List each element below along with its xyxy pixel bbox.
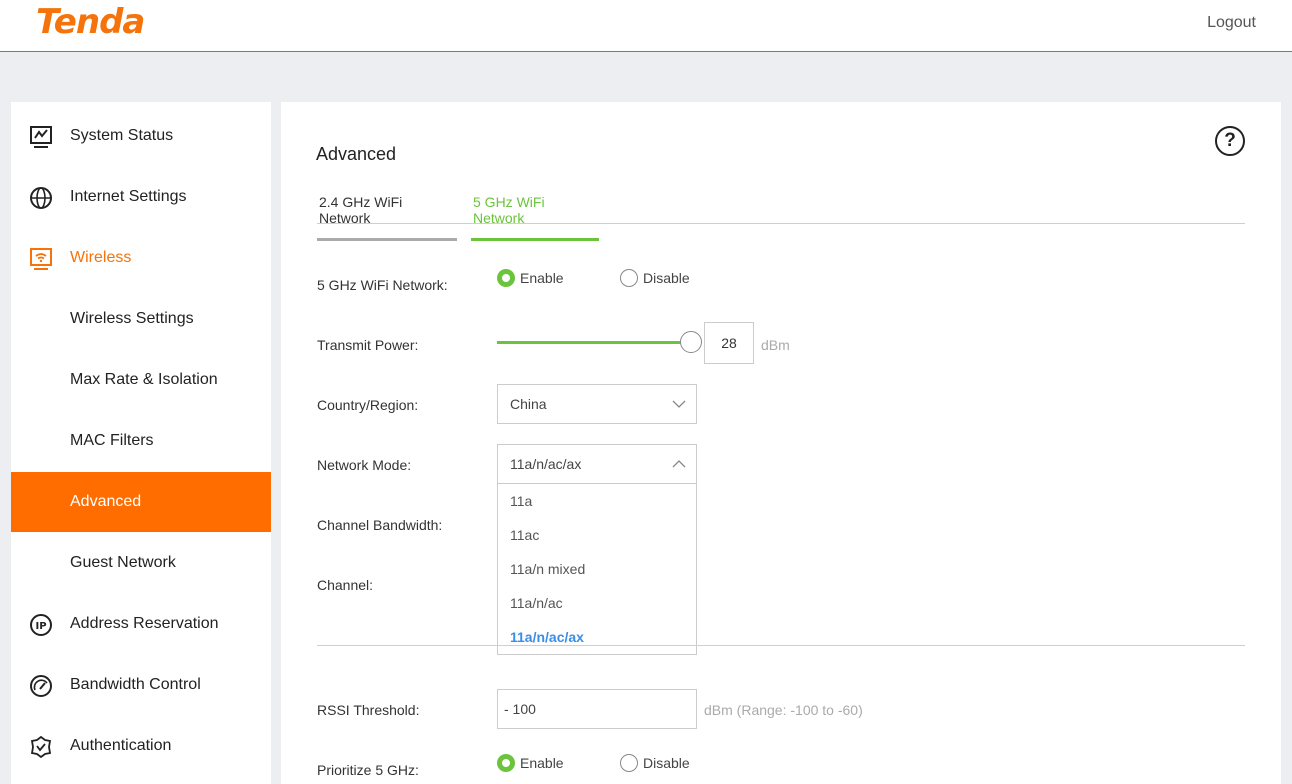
network-mode-option[interactable]: 11ac: [498, 518, 696, 552]
main-panel: Advanced ? 2.4 GHz WiFi Network 5 GHz Wi…: [281, 102, 1281, 784]
network-mode-label: Network Mode:: [317, 457, 412, 473]
wifi-monitor-icon: [28, 246, 54, 272]
wifi-network-label: 5 GHz WiFi Network:: [317, 277, 448, 293]
sidebar-item-guest-network[interactable]: Guest Network: [11, 533, 271, 593]
sidebar-item-wireless-settings[interactable]: Wireless Settings: [11, 289, 271, 349]
header-bar: Tenda Logout: [0, 0, 1292, 52]
sidebar-item-authentication[interactable]: Authentication: [11, 716, 271, 776]
tab-2-4ghz[interactable]: 2.4 GHz WiFi Network: [317, 194, 457, 241]
sidebar-item-max-rate-isolation[interactable]: Max Rate & Isolation: [11, 350, 271, 410]
chevron-up-icon: [672, 460, 686, 468]
tab-bar: 2.4 GHz WiFi Network 5 GHz WiFi Network: [317, 182, 1245, 241]
prioritize-5ghz-label: Prioritize 5 GHz:: [317, 762, 419, 778]
sidebar-item-bandwidth-control[interactable]: Bandwidth Control: [11, 655, 271, 715]
logout-link[interactable]: Logout: [1207, 14, 1256, 32]
prioritize-enable-radio[interactable]: Enable: [497, 754, 564, 772]
shield-check-icon: [28, 734, 54, 760]
svg-text:IP: IP: [35, 621, 46, 632]
network-mode-option[interactable]: 11a: [498, 484, 696, 518]
globe-icon: [28, 185, 54, 211]
radio-unchecked-icon: [620, 269, 638, 287]
sidebar-item-wireless[interactable]: Wireless: [11, 228, 271, 288]
transmit-power-slider-handle[interactable]: [680, 331, 702, 353]
network-mode-option[interactable]: 11a/n mixed: [498, 552, 696, 586]
page-title: Advanced: [316, 144, 397, 164]
radio-checked-icon: [497, 269, 515, 287]
sidebar-item-system-status[interactable]: System Status: [11, 106, 271, 166]
radio-checked-icon: [497, 754, 515, 772]
prioritize-disable-radio[interactable]: Disable: [620, 754, 690, 772]
rssi-threshold-hint: dBm (Range: -100 to -60): [704, 702, 863, 718]
radio-unchecked-icon: [620, 754, 638, 772]
network-mode-option[interactable]: 11a/n/ac: [498, 586, 696, 620]
transmit-power-input[interactable]: 28: [704, 322, 754, 364]
section-divider: [317, 645, 1245, 646]
gauge-icon: [28, 673, 54, 699]
sidebar: System Status Internet Settings Wireless…: [11, 102, 271, 784]
monitor-icon: [28, 124, 54, 150]
sidebar-item-internet-settings[interactable]: Internet Settings: [11, 167, 271, 227]
transmit-power-track[interactable]: [497, 341, 689, 344]
tab-5ghz[interactable]: 5 GHz WiFi Network: [471, 194, 599, 241]
rssi-threshold-input[interactable]: - 100: [497, 689, 697, 729]
chevron-down-icon: [672, 400, 686, 408]
sidebar-item-advanced[interactable]: Advanced: [11, 472, 271, 532]
channel-label: Channel:: [317, 577, 374, 593]
ip-icon: IP: [28, 612, 54, 638]
network-mode-dropdown: 11a 11ac 11a/n mixed 11a/n/ac 11a/n/ac/a…: [497, 483, 697, 655]
sidebar-item-mac-filters[interactable]: MAC Filters: [11, 411, 271, 471]
country-select[interactable]: China: [497, 384, 697, 424]
transmit-power-unit: dBm: [761, 337, 790, 353]
rssi-threshold-label: RSSI Threshold:: [317, 702, 420, 718]
wifi-disable-radio[interactable]: Disable: [620, 269, 690, 287]
channel-bandwidth-label: Channel Bandwidth:: [317, 517, 443, 533]
transmit-power-label: Transmit Power:: [317, 337, 419, 353]
country-label: Country/Region:: [317, 397, 419, 413]
sidebar-item-address-reservation[interactable]: IP Address Reservation: [11, 594, 271, 654]
wifi-enable-radio[interactable]: Enable: [497, 269, 564, 287]
help-icon[interactable]: ?: [1215, 126, 1245, 156]
network-mode-select[interactable]: 11a/n/ac/ax: [497, 444, 697, 484]
network-mode-option-selected[interactable]: 11a/n/ac/ax: [498, 620, 696, 654]
tenda-logo: Tenda: [36, 2, 145, 42]
